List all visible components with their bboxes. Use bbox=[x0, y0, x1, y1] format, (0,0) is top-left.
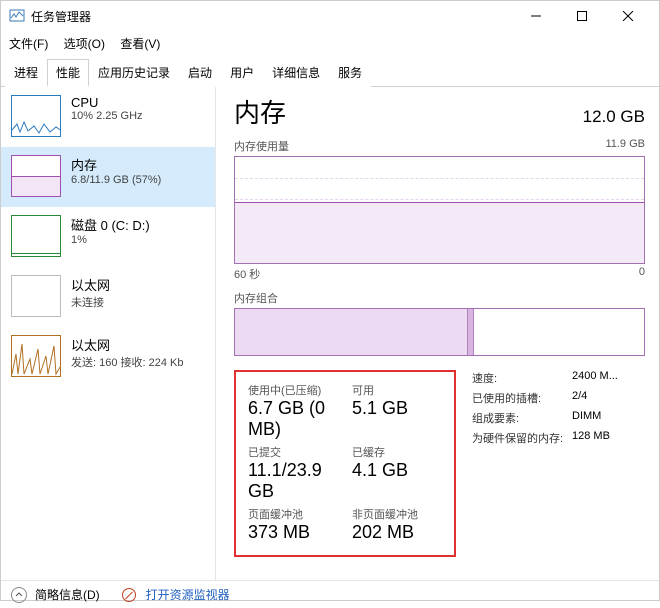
sidebar-disk-title: 磁盘 0 (C: D:) bbox=[71, 215, 150, 234]
menu-bar: 文件(F) 选项(O) 查看(V) bbox=[1, 31, 659, 58]
memory-thumbnail bbox=[11, 155, 61, 197]
cpu-thumbnail bbox=[11, 95, 61, 137]
meta-hw-label: 为硬件保留的内存: bbox=[472, 430, 572, 446]
sidebar-memory-sub: 6.8/11.9 GB (57%) bbox=[71, 174, 161, 186]
detail-pane: 内存 12.0 GB 内存使用量 11.9 GB 60 秒 0 内存组合 bbox=[216, 87, 659, 580]
sidebar-item-disk[interactable]: 磁盘 0 (C: D:) 1% bbox=[1, 207, 215, 267]
stat-avail-label: 可用 bbox=[352, 382, 442, 398]
ethernet1-thumbnail bbox=[11, 275, 61, 317]
tab-bar: 进程 性能 应用历史记录 启动 用户 详细信息 服务 bbox=[1, 58, 659, 87]
tab-users[interactable]: 用户 bbox=[221, 59, 263, 87]
tab-performance[interactable]: 性能 bbox=[47, 59, 89, 87]
stat-cached-value: 4.1 GB bbox=[352, 460, 442, 481]
meta-form-value: DIMM bbox=[572, 410, 601, 426]
memory-meta: 速度: 2400 M... 已使用的插槽: 2/4 组成要素: DIMM 为硬件… bbox=[472, 370, 618, 557]
meta-form-label: 组成要素: bbox=[472, 410, 572, 426]
stat-paged-value: 373 MB bbox=[248, 522, 338, 543]
sidebar-disk-sub: 1% bbox=[71, 234, 150, 246]
sidebar-item-ethernet-2[interactable]: 以太网 发送: 160 接收: 224 Kb bbox=[1, 327, 215, 387]
sidebar-eth2-sub: 发送: 160 接收: 224 Kb bbox=[71, 354, 184, 370]
stat-inuse-value: 6.7 GB (0 MB) bbox=[248, 398, 338, 440]
sidebar-eth1-sub: 未连接 bbox=[71, 294, 110, 310]
stat-paged-label: 页面缓冲池 bbox=[248, 506, 338, 522]
memory-composition-graph[interactable] bbox=[234, 308, 645, 356]
meta-speed-value: 2400 M... bbox=[572, 370, 618, 386]
tab-processes[interactable]: 进程 bbox=[5, 59, 47, 87]
ethernet2-thumbnail bbox=[11, 335, 61, 377]
detail-total: 12.0 GB bbox=[583, 107, 645, 127]
tab-details[interactable]: 详细信息 bbox=[263, 59, 329, 87]
maximize-button[interactable] bbox=[559, 1, 605, 31]
tab-app-history[interactable]: 应用历史记录 bbox=[89, 59, 179, 87]
sidebar-item-cpu[interactable]: CPU 10% 2.25 GHz bbox=[1, 87, 215, 147]
minimize-button[interactable] bbox=[513, 1, 559, 31]
stat-nonpaged-label: 非页面缓冲池 bbox=[352, 506, 442, 522]
stats-highlighted-box: 使用中(已压缩) 6.7 GB (0 MB) 可用 5.1 GB 已提交 11.… bbox=[234, 370, 456, 557]
graph-x-left: 60 秒 bbox=[234, 266, 260, 282]
disk-thumbnail bbox=[11, 215, 61, 257]
title-bar: 任务管理器 bbox=[1, 1, 659, 31]
sidebar-cpu-title: CPU bbox=[71, 95, 143, 110]
tab-startup[interactable]: 启动 bbox=[179, 59, 221, 87]
stat-inuse-label: 使用中(已压缩) bbox=[248, 382, 338, 398]
footer-bar: 简略信息(D) 打开资源监视器 bbox=[1, 580, 659, 608]
stat-commit-label: 已提交 bbox=[248, 444, 338, 460]
composition-label: 内存组合 bbox=[234, 290, 278, 306]
resource-monitor-icon bbox=[122, 588, 136, 602]
app-icon bbox=[9, 8, 25, 24]
sidebar-item-ethernet-1[interactable]: 以太网 未连接 bbox=[1, 267, 215, 327]
meta-speed-label: 速度: bbox=[472, 370, 572, 386]
meta-slots-value: 2/4 bbox=[572, 390, 587, 406]
menu-options[interactable]: 选项(O) bbox=[60, 33, 109, 54]
sidebar-memory-title: 内存 bbox=[71, 155, 161, 174]
sidebar-item-memory[interactable]: 内存 6.8/11.9 GB (57%) bbox=[1, 147, 215, 207]
menu-view[interactable]: 查看(V) bbox=[116, 33, 164, 54]
usage-label: 内存使用量 bbox=[234, 138, 289, 154]
detail-title: 内存 bbox=[234, 93, 286, 130]
tab-services[interactable]: 服务 bbox=[329, 59, 371, 87]
stat-avail-value: 5.1 GB bbox=[352, 398, 442, 419]
menu-file[interactable]: 文件(F) bbox=[5, 33, 52, 54]
window-title: 任务管理器 bbox=[31, 8, 513, 25]
sidebar-eth2-title: 以太网 bbox=[71, 335, 184, 354]
sidebar: CPU 10% 2.25 GHz 内存 6.8/11.9 GB (57%) 磁盘… bbox=[1, 87, 216, 580]
close-button[interactable] bbox=[605, 1, 651, 31]
sidebar-cpu-sub: 10% 2.25 GHz bbox=[71, 110, 143, 122]
sidebar-eth1-title: 以太网 bbox=[71, 275, 110, 294]
meta-hw-value: 128 MB bbox=[572, 430, 610, 446]
usage-max: 11.9 GB bbox=[605, 138, 645, 154]
brief-info-link[interactable]: 简略信息(D) bbox=[35, 586, 100, 603]
content-area: CPU 10% 2.25 GHz 内存 6.8/11.9 GB (57%) 磁盘… bbox=[1, 87, 659, 580]
memory-usage-graph[interactable] bbox=[234, 156, 645, 264]
stat-cached-label: 已缓存 bbox=[352, 444, 442, 460]
graph-x-right: 0 bbox=[639, 266, 645, 282]
open-resource-monitor-link[interactable]: 打开资源监视器 bbox=[146, 586, 230, 603]
meta-slots-label: 已使用的插槽: bbox=[472, 390, 572, 406]
stat-nonpaged-value: 202 MB bbox=[352, 522, 442, 543]
stat-commit-value: 11.1/23.9 GB bbox=[248, 460, 338, 502]
chevron-up-icon[interactable] bbox=[11, 587, 27, 603]
